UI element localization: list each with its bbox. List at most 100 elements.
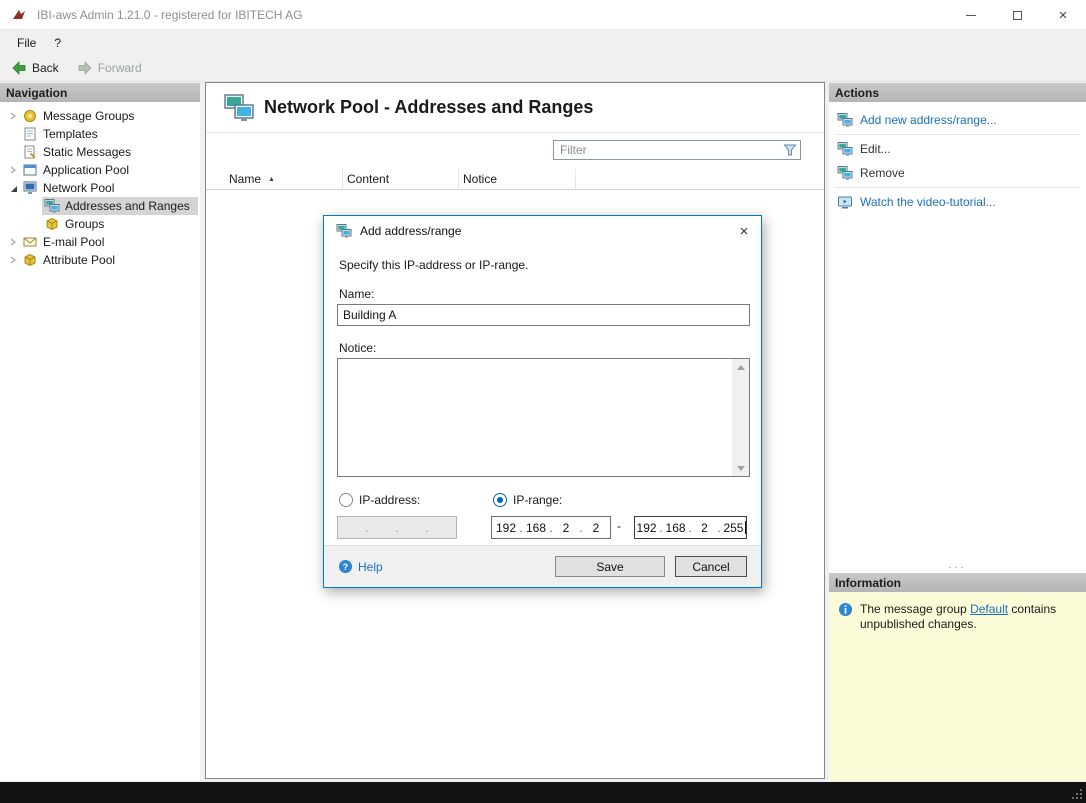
templates-icon (22, 126, 38, 142)
expander-collapsed-icon[interactable] (6, 256, 20, 264)
radio-checked-icon[interactable] (493, 493, 507, 507)
video-tutorial-icon (837, 194, 853, 210)
ip-range-from-input[interactable]: 192.168.2.2 (491, 516, 611, 539)
dialog-titlebar: Add address/range × (324, 216, 761, 246)
action-watch-video-tutorial[interactable]: Watch the video-tutorial... (829, 190, 1086, 214)
actions-separator (835, 187, 1080, 188)
actions-list: Add new address/range... Edit... Remove … (829, 102, 1086, 214)
email-pool-icon (22, 234, 38, 250)
scroll-down-icon[interactable] (732, 460, 749, 476)
dialog-close-button[interactable]: × (727, 216, 761, 246)
back-button[interactable]: Back (2, 55, 68, 81)
tree-item-static-messages[interactable]: Static Messages (0, 143, 200, 161)
filter-input[interactable] (554, 141, 780, 159)
expander-collapsed-icon[interactable] (6, 112, 20, 120)
table-header-row: Name ▲ Content Notice (206, 169, 824, 190)
help-icon: ? (338, 559, 353, 574)
remove-address-icon (837, 165, 853, 181)
dialog-title: Add address/range (360, 224, 461, 238)
window-titlebar: IBI-aws Admin 1.21.0 - registered for IB… (0, 0, 1086, 30)
scroll-up-icon[interactable] (732, 359, 749, 375)
tree-item-application-pool[interactable]: Application Pool (0, 161, 200, 179)
information-header: Information (829, 573, 1086, 592)
network-pool-icon (22, 180, 38, 196)
maximize-button[interactable] (994, 0, 1040, 30)
ip-address-input[interactable]: ... (337, 516, 457, 539)
page-title: Network Pool - Addresses and Ranges (264, 97, 593, 118)
forward-button[interactable]: Forward (68, 55, 151, 81)
dialog-description: Specify this IP-address or IP-range. (339, 258, 746, 272)
close-button[interactable]: × (1040, 0, 1086, 30)
notice-label: Notice: (339, 341, 746, 355)
column-header-notice[interactable]: Notice (459, 169, 576, 189)
status-bar (0, 782, 1086, 803)
svg-text:?: ? (343, 562, 348, 572)
column-header-content[interactable]: Content (343, 169, 459, 189)
forward-icon (77, 60, 93, 76)
maximize-icon (1013, 11, 1022, 20)
sort-ascending-icon: ▲ (268, 176, 275, 183)
tree-item-groups[interactable]: Groups (0, 215, 200, 233)
navigation-panel: Navigation Message Groups Templates (0, 83, 200, 781)
tree-item-templates[interactable]: Templates (0, 125, 200, 143)
minimize-button[interactable] (948, 0, 994, 30)
window-title: IBI-aws Admin 1.21.0 - registered for IB… (37, 8, 302, 22)
tree-item-attribute-pool[interactable]: Attribute Pool (0, 251, 200, 269)
dialog-footer: ? Help Save Cancel (324, 545, 761, 587)
tree-item-addresses-and-ranges[interactable]: Addresses and Ranges (0, 197, 200, 215)
default-message-group-link[interactable]: Default (970, 602, 1008, 616)
app-icon (11, 7, 27, 23)
splitter-dots-icon: ··· (949, 562, 967, 572)
radio-unchecked-icon[interactable] (339, 493, 353, 507)
information-panel: The message group Default contains unpub… (829, 592, 1086, 781)
expander-collapsed-icon[interactable] (6, 238, 20, 246)
add-address-icon (837, 112, 853, 128)
back-icon (11, 60, 27, 76)
action-edit[interactable]: Edit... (829, 137, 1086, 161)
static-messages-icon (22, 144, 38, 160)
tree-item-email-pool[interactable]: E-mail Pool (0, 233, 200, 251)
text-caret (745, 521, 746, 534)
minimize-icon (966, 15, 976, 16)
addresses-and-ranges-icon (44, 198, 60, 214)
action-remove[interactable]: Remove (829, 161, 1086, 185)
action-add-new-address-range[interactable]: Add new address/range... (829, 108, 1086, 132)
edit-address-icon (837, 141, 853, 157)
ip-address-radio[interactable]: IP-address: (339, 493, 420, 507)
expander-expanded-icon[interactable] (6, 184, 20, 193)
add-address-range-dialog: Add address/range × Specify this IP-addr… (323, 215, 762, 588)
main-title-row: Network Pool - Addresses and Ranges (206, 83, 824, 133)
name-label: Name: (339, 287, 746, 301)
close-icon: × (1059, 8, 1068, 23)
name-input[interactable] (337, 304, 750, 326)
help-link[interactable]: ? Help (338, 559, 383, 574)
message-groups-icon (22, 108, 38, 124)
resize-grip[interactable] (1071, 788, 1083, 800)
panel-splitter[interactable]: ··· (829, 560, 1086, 573)
navigation-header: Navigation (0, 83, 200, 102)
menu-file[interactable]: File (8, 31, 45, 55)
save-button[interactable]: Save (555, 556, 665, 577)
right-panel: Actions Add new address/range... Edit...… (829, 83, 1086, 781)
actions-header: Actions (829, 83, 1086, 102)
groups-icon (44, 216, 60, 232)
expander-collapsed-icon[interactable] (6, 166, 20, 174)
dialog-icon (336, 223, 352, 239)
network-pool-page-icon (223, 92, 255, 124)
tree-item-network-pool[interactable]: Network Pool (0, 179, 200, 197)
ip-range-radio[interactable]: IP-range: (493, 493, 562, 507)
cancel-button[interactable]: Cancel (675, 556, 747, 577)
toolbar: Back Forward (0, 55, 1086, 82)
column-header-filler (576, 169, 824, 189)
attribute-pool-icon (22, 252, 38, 268)
menu-help[interactable]: ? (45, 31, 70, 55)
ip-range-to-input[interactable]: 192.168.2.255 (634, 516, 747, 539)
filter-box (553, 140, 801, 160)
tree-item-message-groups[interactable]: Message Groups (0, 107, 200, 125)
column-header-name[interactable]: Name ▲ (206, 169, 343, 189)
notice-scrollbar[interactable] (732, 359, 749, 476)
info-icon (838, 602, 853, 771)
filter-funnel-icon[interactable] (780, 143, 800, 157)
notice-textarea[interactable] (337, 358, 750, 477)
menu-bar: File ? (0, 31, 1086, 55)
